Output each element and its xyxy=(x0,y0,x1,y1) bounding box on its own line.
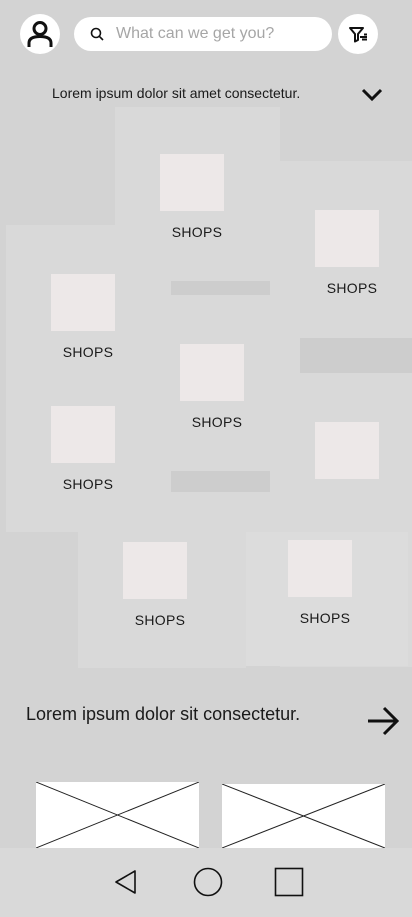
search-icon xyxy=(90,27,104,41)
shop-marker[interactable] xyxy=(51,406,115,463)
home-icon[interactable] xyxy=(192,867,224,899)
shop-marker[interactable] xyxy=(315,210,379,267)
shop-label: SHOPS xyxy=(134,612,186,628)
user-icon xyxy=(27,21,53,47)
search-bar[interactable] xyxy=(74,17,332,51)
map-road xyxy=(171,281,270,295)
promo-text: Lorem ipsum dolor sit consectetur. xyxy=(26,704,301,724)
filter-icon xyxy=(349,27,367,43)
map-road xyxy=(300,338,412,373)
filter-button[interactable] xyxy=(338,14,378,54)
shop-marker[interactable] xyxy=(123,542,187,599)
shop-marker[interactable] xyxy=(160,154,224,211)
shop-marker[interactable] xyxy=(180,344,244,401)
avatar-button[interactable] xyxy=(20,14,60,54)
arrow-right-icon[interactable] xyxy=(366,705,400,737)
image-placeholder-icon xyxy=(222,784,385,848)
product-card[interactable] xyxy=(36,782,199,848)
search-input[interactable] xyxy=(114,24,318,44)
map-road xyxy=(171,471,270,492)
shop-marker[interactable] xyxy=(51,274,115,331)
shop-label: SHOPS xyxy=(62,344,114,360)
chevron-down-icon[interactable] xyxy=(360,86,384,104)
shop-label: SHOPS xyxy=(191,414,243,430)
product-card[interactable] xyxy=(222,784,385,848)
recents-icon[interactable] xyxy=(274,867,304,897)
shop-label: SHOPS xyxy=(171,224,223,240)
shop-label: SHOPS xyxy=(62,476,114,492)
image-placeholder-icon xyxy=(36,782,199,848)
shop-label: SHOPS xyxy=(326,280,378,296)
shop-marker[interactable] xyxy=(315,422,379,479)
system-nav-bar xyxy=(0,848,412,917)
shop-marker[interactable] xyxy=(288,540,352,597)
back-icon[interactable] xyxy=(113,868,139,896)
location-text: Lorem ipsum dolor sit amet consectetur. xyxy=(52,85,301,101)
shop-label: SHOPS xyxy=(299,610,351,626)
